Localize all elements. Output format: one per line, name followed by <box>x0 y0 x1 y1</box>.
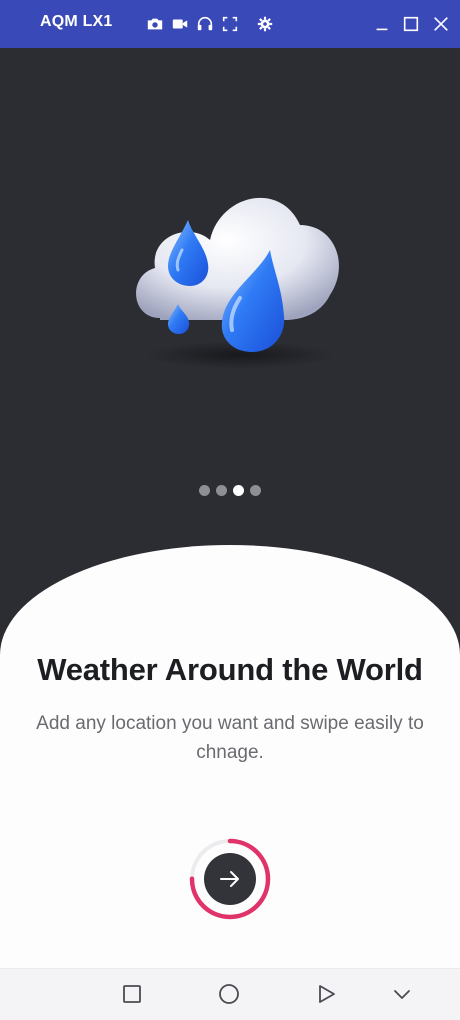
headphones-icon[interactable] <box>195 14 215 34</box>
pager-dots <box>199 485 261 496</box>
arrow-right-icon <box>220 871 239 887</box>
close-icon[interactable] <box>431 14 451 34</box>
maximize-icon[interactable] <box>401 14 421 34</box>
fullscreen-icon[interactable] <box>220 14 240 34</box>
rain-cloud-illustration <box>136 197 339 369</box>
chevron-down-icon[interactable] <box>389 981 415 1007</box>
pager-dot[interactable] <box>199 485 210 496</box>
onboarding-card <box>0 545 460 1020</box>
window-title: AQM LX1 <box>40 13 113 30</box>
page-title: Weather Around the World <box>37 652 423 687</box>
page-subtitle: Add any location you want and swipe easi… <box>36 713 424 763</box>
next-button[interactable] <box>204 853 256 905</box>
pager-dot[interactable] <box>216 485 227 496</box>
phone-screen: Weather Around the World Add any locatio… <box>0 48 460 1020</box>
pager-dot[interactable] <box>250 485 261 496</box>
home-circle-icon[interactable] <box>216 981 242 1007</box>
system-navigation-bar <box>0 968 460 1020</box>
minimize-icon[interactable] <box>372 14 392 34</box>
pager-dot-active[interactable] <box>233 485 244 496</box>
back-triangle-icon[interactable] <box>313 981 339 1007</box>
video-icon[interactable] <box>170 14 190 34</box>
recents-square-icon[interactable] <box>119 981 145 1007</box>
camera-icon[interactable] <box>145 14 165 34</box>
emulator-title-bar: AQM LX1 <box>0 0 460 48</box>
settings-icon[interactable] <box>255 14 275 34</box>
next-button-progress <box>187 836 273 922</box>
